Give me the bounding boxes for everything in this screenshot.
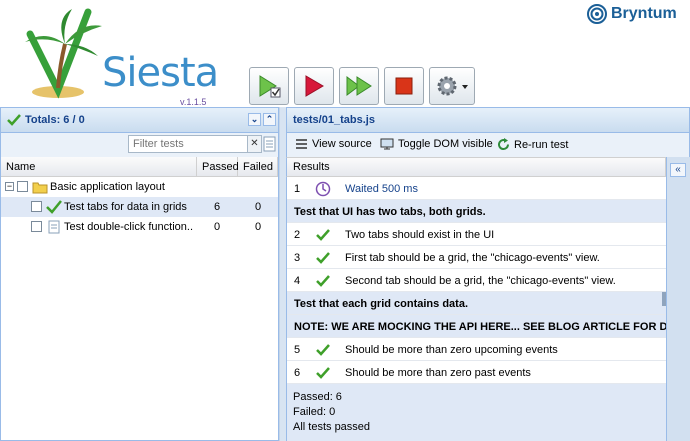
run-failed-button[interactable] — [294, 67, 334, 105]
clock-icon — [315, 181, 331, 197]
expand-dom-panel-button[interactable]: « — [670, 163, 686, 177]
results-summary: Passed: 6 Failed: 0 All tests passed — [287, 384, 666, 441]
panel-splitter[interactable] — [279, 107, 286, 441]
check-icon — [316, 275, 330, 287]
check-icon — [316, 229, 330, 241]
brand-name: Bryntum — [611, 5, 677, 22]
group-checkbox[interactable] — [17, 181, 28, 192]
test-name: Test double-click function... — [64, 221, 194, 233]
bryntum-swirl-icon — [587, 4, 607, 24]
view-source-button[interactable]: View source — [295, 138, 372, 150]
result-number: 5 — [294, 344, 301, 356]
check-icon — [7, 114, 21, 126]
failed-count: 0 — [254, 221, 262, 233]
result-text: First tab should be a grid, the "chicago… — [345, 252, 600, 264]
result-text: Waited 500 ms — [345, 183, 418, 195]
app-title: Siesta — [102, 50, 219, 96]
play-red-icon — [305, 75, 324, 97]
collapse-toggle-icon[interactable]: − — [5, 182, 14, 191]
result-text: Should be more than zero upcoming events — [345, 344, 558, 356]
result-row[interactable]: 2 Two tabs should exist in the UI — [287, 223, 666, 246]
column-name[interactable]: Name — [1, 157, 197, 177]
filter-toolbar: ✕ — [1, 133, 278, 157]
check-icon — [46, 200, 62, 214]
play-checked-icon — [259, 75, 281, 98]
test-checkbox[interactable] — [31, 201, 42, 212]
collapse-all-icon[interactable]: ⌄ — [248, 113, 261, 126]
section-text: Test that each grid contains data. — [294, 298, 468, 310]
result-number: 3 — [294, 252, 301, 264]
result-row[interactable]: 6 Should be more than zero past events — [287, 361, 666, 384]
section-text: NOTE: WE ARE MOCKING THE API HERE... SEE… — [294, 321, 666, 333]
dom-panel-collapsed — [666, 157, 690, 441]
result-row[interactable]: 4 Second tab should be a grid, the "chic… — [287, 269, 666, 292]
filter-input[interactable] — [128, 135, 248, 153]
grid-header: Name Passed Failed — [1, 157, 278, 177]
result-row[interactable]: 3 First tab should be a grid, the "chica… — [287, 246, 666, 269]
app-version: v.1.1.5 — [180, 97, 207, 107]
test-tree-panel: ✕ Name Passed Failed − Basic application… — [0, 133, 279, 441]
test-file-header: tests/01_tabs.js — [286, 107, 690, 133]
tree-group-row[interactable]: − Basic application layout — [1, 177, 278, 197]
results-column-header[interactable]: Results — [286, 157, 666, 177]
document-icon[interactable] — [263, 135, 276, 153]
result-section-row: Test that each grid contains data. — [287, 292, 666, 315]
run-checked-button[interactable] — [249, 67, 289, 105]
document-icon — [48, 220, 60, 234]
siesta-logo: Siesta v.1.1.5 — [10, 4, 230, 107]
result-number: 4 — [294, 275, 301, 287]
check-icon — [316, 367, 330, 379]
result-number: 2 — [294, 229, 301, 241]
test-checkbox[interactable] — [31, 221, 42, 232]
folder-icon — [32, 182, 48, 194]
summary-failed: Failed: 0 — [293, 406, 336, 418]
results-grid: 1 Waited 500 ms Test that UI has two tab… — [286, 177, 666, 441]
totals-label: Totals: 6 / 0 — [25, 114, 85, 126]
group-label: Basic application layout — [50, 181, 165, 193]
result-text: Two tabs should exist in the UI — [345, 229, 495, 241]
expand-all-icon[interactable]: ⌃ — [263, 113, 276, 126]
list-icon — [296, 139, 307, 149]
test-name: Test tabs for data in grids — [64, 201, 187, 213]
column-failed[interactable]: Failed — [238, 157, 278, 177]
result-row[interactable]: 5 Should be more than zero upcoming even… — [287, 338, 666, 361]
result-number: 1 — [294, 183, 301, 195]
passed-count: 6 — [213, 201, 221, 213]
clear-filter-button[interactable]: ✕ — [248, 135, 262, 153]
fast-forward-icon — [346, 76, 372, 96]
test-file-title: tests/01_tabs.js — [293, 114, 375, 126]
passed-count: 0 — [213, 221, 221, 233]
totals-header: Totals: 6 / 0 ⌄ ⌃ — [0, 107, 279, 133]
result-text: Should be more than zero past events — [345, 367, 531, 379]
toggle-dom-button[interactable]: Toggle DOM visible — [380, 138, 493, 150]
test-row[interactable]: Test tabs for data in grids 6 0 — [1, 197, 278, 217]
check-icon — [316, 252, 330, 264]
failed-count: 0 — [254, 201, 262, 213]
gear-dropdown-icon — [437, 76, 468, 96]
column-passed[interactable]: Passed — [197, 157, 239, 177]
app-header: Siesta v.1.1.5 Bryntum — [0, 0, 690, 107]
options-button[interactable] — [429, 67, 475, 105]
view-source-label: View source — [312, 138, 372, 150]
result-number: 6 — [294, 367, 301, 379]
stop-icon — [395, 77, 413, 95]
test-row[interactable]: Test double-click function... 0 0 — [1, 217, 278, 237]
result-row[interactable]: 1 Waited 500 ms — [287, 177, 666, 200]
rerun-label: Re-run test — [514, 138, 569, 151]
refresh-icon — [498, 138, 510, 151]
section-text: Test that UI has two tabs, both grids. — [294, 206, 486, 218]
run-all-button[interactable] — [339, 67, 379, 105]
result-section-row: NOTE: WE ARE MOCKING THE API HERE... SEE… — [287, 315, 666, 338]
summary-passed: Passed: 6 — [293, 391, 342, 403]
summary-status: All tests passed — [293, 421, 371, 433]
result-text: Second tab should be a grid, the "chicag… — [345, 275, 616, 287]
toggle-dom-label: Toggle DOM visible — [398, 138, 493, 150]
stop-button[interactable] — [384, 67, 424, 105]
brand-logo: Bryntum — [583, 3, 690, 25]
result-section-row: Test that UI has two tabs, both grids. — [287, 200, 666, 223]
check-icon — [316, 344, 330, 356]
rerun-test-button[interactable]: Re-run test — [497, 138, 568, 151]
monitor-icon — [380, 138, 394, 150]
test-toolbar: View source Toggle DOM visible Re-run te… — [286, 133, 690, 157]
